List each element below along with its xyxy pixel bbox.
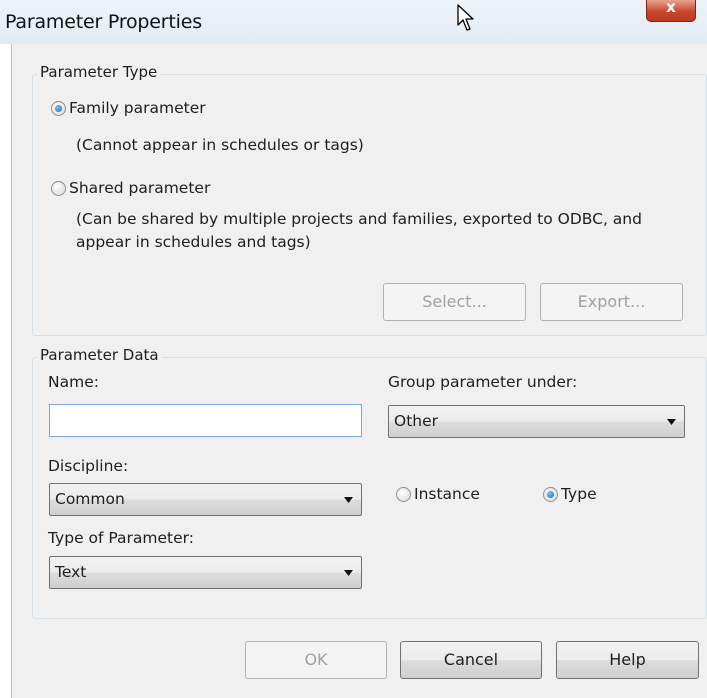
shared-note-line-1: (Can be shared by multiple projects and …: [76, 210, 642, 228]
chevron-down-icon: [344, 497, 353, 503]
type-of-parameter-value: Text: [55, 563, 87, 581]
discipline-value: Common: [55, 490, 125, 508]
type-of-parameter-select[interactable]: Text: [49, 556, 362, 589]
window-title: Parameter Properties: [5, 11, 202, 33]
instance-label[interactable]: Instance: [414, 485, 480, 503]
export-button[interactable]: Export...: [540, 283, 683, 321]
close-icon: x: [666, 0, 676, 16]
title-bar: Parameter Properties x: [0, 0, 707, 44]
shared-parameter-label[interactable]: Shared parameter: [69, 179, 210, 197]
ok-button[interactable]: OK: [245, 641, 387, 679]
cancel-button[interactable]: Cancel: [400, 641, 542, 679]
shared-parameter-note: (Can be shared by multiple projects and …: [76, 208, 642, 254]
family-parameter-note: (Cannot appear in schedules or tags): [76, 136, 364, 154]
type-of-parameter-label: Type of Parameter:: [48, 529, 194, 547]
group-parameter-under-value: Other: [394, 412, 439, 430]
mouse-cursor-icon: [457, 4, 474, 31]
select-button[interactable]: Select...: [383, 283, 526, 321]
family-parameter-radio[interactable]: [51, 101, 66, 116]
group-parameter-under-select[interactable]: Other: [388, 405, 685, 438]
dialog-body: Parameter Type Family parameter (Cannot …: [11, 44, 707, 698]
type-radio[interactable]: [543, 487, 558, 502]
discipline-select[interactable]: Common: [49, 483, 362, 516]
help-button[interactable]: Help: [556, 641, 699, 679]
discipline-label: Discipline:: [48, 457, 129, 475]
shared-note-line-2: appear in schedules and tags): [76, 233, 311, 251]
parameter-data-title: Parameter Data: [37, 346, 162, 364]
type-label[interactable]: Type: [561, 485, 597, 503]
name-label: Name:: [48, 373, 99, 391]
family-parameter-label[interactable]: Family parameter: [69, 99, 206, 117]
chevron-down-icon: [667, 419, 676, 425]
close-button[interactable]: x: [646, 0, 696, 22]
chevron-down-icon: [344, 570, 353, 576]
parameter-type-title: Parameter Type: [37, 63, 161, 81]
instance-radio[interactable]: [396, 487, 411, 502]
shared-parameter-radio[interactable]: [51, 181, 66, 196]
group-parameter-under-label: Group parameter under:: [388, 373, 578, 391]
name-input[interactable]: [49, 404, 362, 437]
